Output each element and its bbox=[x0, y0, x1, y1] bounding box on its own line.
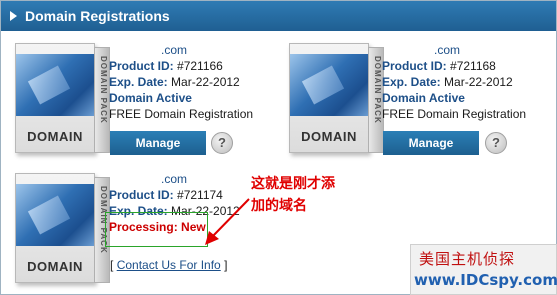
annotation-note: 这就是刚才添 加的域名 bbox=[251, 173, 335, 217]
manage-button[interactable]: Manage bbox=[383, 131, 479, 155]
box-front: DOMAIN bbox=[15, 173, 95, 283]
contact-row: [ Contact Us For Info ] bbox=[110, 258, 227, 272]
watermark: 美国主机侦探 www.IDCspy.com bbox=[410, 244, 557, 295]
box-label: DOMAIN bbox=[27, 259, 83, 274]
header-arrow-icon bbox=[10, 11, 17, 21]
panel-header: Domain Registrations bbox=[1, 1, 556, 31]
box-side-text: DOMAIN PACK bbox=[373, 56, 382, 124]
product-id-row: Product ID: #721166 bbox=[109, 58, 253, 74]
domain-name: .com bbox=[160, 172, 187, 186]
product-id-value: #721166 bbox=[177, 59, 223, 73]
contact-us-link[interactable]: Contact Us For Info bbox=[117, 258, 221, 272]
product-id-row: Product ID: #721168 bbox=[382, 58, 526, 74]
box-label: DOMAIN bbox=[301, 129, 357, 144]
status-label: Domain Active bbox=[109, 91, 192, 105]
domain-registrations-panel: Domain Registrations DOMAIN DOMAIN PACK … bbox=[0, 0, 557, 295]
watermark-line-1: 美国主机侦探 bbox=[419, 250, 516, 268]
exp-date-value: Mar-22-2012 bbox=[171, 75, 240, 89]
box-art bbox=[290, 54, 368, 116]
exp-date-row: Exp. Date: Mar-22-2012 bbox=[109, 74, 253, 90]
box-art bbox=[16, 54, 94, 116]
product-id-label: Product ID: bbox=[109, 59, 174, 73]
contact-bracket-open: [ bbox=[110, 258, 114, 272]
annotation-line-1: 这就是刚才添 bbox=[251, 176, 335, 192]
box-side: DOMAIN PACK bbox=[94, 47, 110, 153]
annotation-arrow-icon bbox=[205, 198, 250, 245]
box-front: DOMAIN bbox=[15, 43, 95, 153]
help-icon[interactable]: ? bbox=[485, 132, 507, 154]
exp-date-row: Exp. Date: Mar-22-2012 bbox=[382, 74, 526, 90]
product-id-label: Product ID: bbox=[109, 188, 174, 202]
product-id-label: Product ID: bbox=[382, 59, 447, 73]
annotation-line-2: 加的域名 bbox=[251, 198, 307, 214]
box-label: DOMAIN bbox=[27, 129, 83, 144]
product-info: .com Product ID: #721168 Exp. Date: Mar-… bbox=[382, 42, 526, 122]
exp-date-value: Mar-22-2012 bbox=[444, 75, 513, 89]
processing-highlight-box bbox=[105, 212, 208, 247]
help-icon[interactable]: ? bbox=[211, 132, 233, 154]
exp-date-label: Exp. Date: bbox=[382, 75, 441, 89]
domain-name: .com bbox=[433, 43, 460, 57]
registration-type: FREE Domain Registration bbox=[382, 107, 527, 121]
status-label: Domain Active bbox=[382, 91, 465, 105]
manage-button[interactable]: Manage bbox=[110, 131, 206, 155]
box-front: DOMAIN bbox=[289, 43, 369, 153]
watermark-line-2: www.IDCspy.com bbox=[414, 271, 557, 289]
product-info: .com Product ID: #721166 Exp. Date: Mar-… bbox=[109, 42, 253, 122]
panel-title: Domain Registrations bbox=[25, 8, 170, 24]
exp-date-label: Exp. Date: bbox=[109, 75, 168, 89]
domain-name: .com bbox=[160, 43, 187, 57]
box-side-text: DOMAIN PACK bbox=[99, 56, 108, 124]
registration-type: FREE Domain Registration bbox=[109, 107, 254, 121]
product-id-value: #721168 bbox=[450, 59, 496, 73]
box-art bbox=[16, 184, 94, 246]
contact-bracket-close: ] bbox=[224, 258, 228, 272]
